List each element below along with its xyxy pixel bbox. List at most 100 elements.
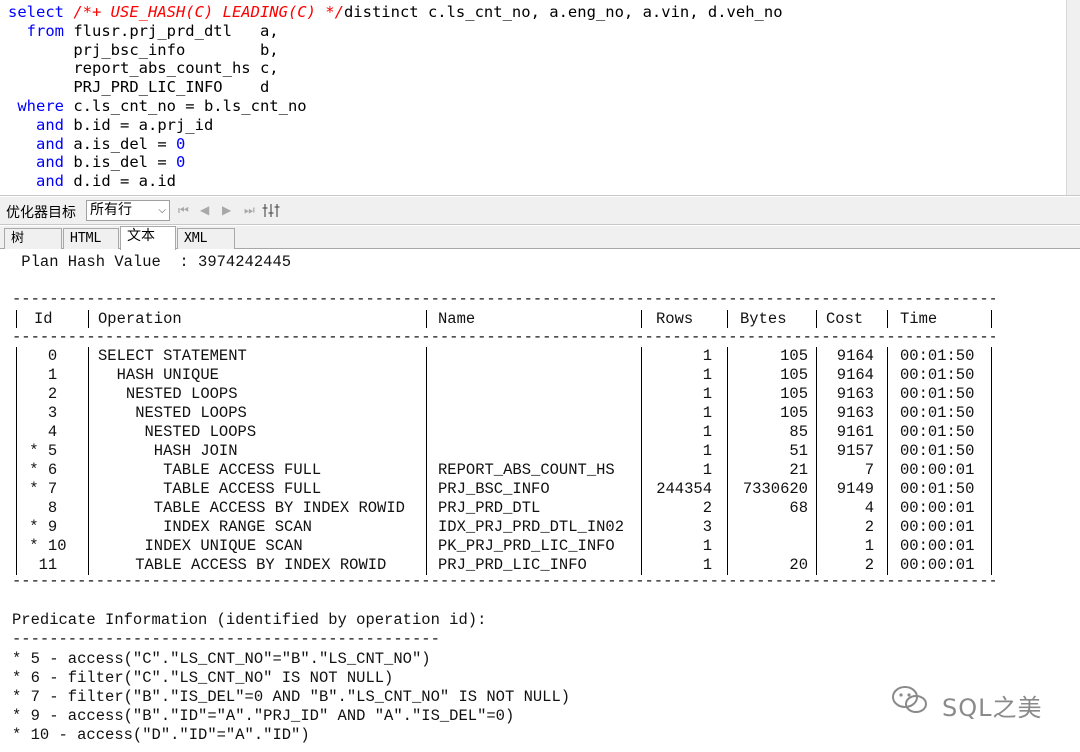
column-divider	[727, 499, 728, 518]
column-divider	[16, 442, 17, 461]
column-divider	[991, 461, 992, 480]
plan-cell-rows: 2	[702, 499, 712, 517]
plan-cell-id: 4	[20, 423, 58, 441]
optimizer-goal-label: 优化器目标	[6, 205, 76, 221]
column-header-operation: Operation	[98, 310, 182, 328]
plan-hash-value: Plan Hash Value : 3974242445	[12, 253, 292, 271]
sql-line: PRJ_PRD_LIC_INFO d	[8, 78, 269, 97]
tab-text[interactable]: 文本	[120, 226, 176, 250]
sql-line: prj_bsc_info b,	[8, 40, 279, 60]
column-divider	[16, 404, 17, 423]
plan-cell-op: NESTED LOOPS	[98, 423, 257, 441]
prev-icon[interactable]: ◀	[200, 202, 209, 218]
column-divider	[816, 499, 817, 518]
sql-hint-comment: /*+ USE_HASH(C) LEADING(C) */	[73, 3, 344, 21]
tab-tree[interactable]: 树	[4, 228, 62, 249]
plan-cell-id: 2	[20, 385, 58, 403]
last-icon[interactable]: ⏭	[244, 202, 255, 218]
column-header-time: Time	[900, 310, 938, 328]
plan-cell-time: 00:01:50	[900, 423, 975, 441]
sql-text: b.id = a.prj_id	[73, 115, 214, 134]
plan-separator-top: ----------------------------------------…	[12, 290, 995, 308]
column-divider	[727, 480, 728, 499]
editor-scrollbar[interactable]	[1066, 0, 1080, 195]
column-divider	[641, 537, 642, 556]
sliders-icon[interactable]	[262, 203, 280, 218]
column-divider	[88, 385, 89, 404]
column-divider	[426, 461, 427, 480]
sql-text: a.is_del =	[73, 134, 176, 153]
column-divider	[426, 499, 427, 518]
column-divider	[816, 423, 817, 442]
tab-xml-label: XML	[184, 231, 208, 246]
plan-cell-rows: 3	[702, 518, 712, 536]
column-divider	[641, 518, 642, 537]
plan-cell-time: 00:01:50	[900, 442, 975, 460]
plan-cell-rows: 1	[702, 404, 712, 422]
plan-cell-cost: 9164	[836, 366, 874, 384]
column-divider	[887, 347, 888, 366]
column-divider	[88, 518, 89, 537]
plan-cell-op: NESTED LOOPS	[98, 385, 238, 403]
plan-cell-name: REPORT_ABS_COUNT_HS	[438, 461, 615, 479]
plan-cell-cost: 7	[864, 461, 874, 479]
column-divider	[641, 499, 642, 518]
sql-keyword: from	[8, 21, 74, 40]
column-divider	[88, 423, 89, 442]
plan-cell-bytes: 105	[780, 347, 808, 365]
tab-html[interactable]: HTML	[63, 228, 119, 249]
column-divider	[887, 556, 888, 575]
column-divider	[727, 366, 728, 385]
column-divider	[991, 423, 992, 442]
column-divider	[887, 404, 888, 423]
column-divider	[816, 385, 817, 404]
column-header-name: Name	[438, 310, 476, 328]
column-divider	[816, 347, 817, 366]
sql-text: distinct c.ls_cnt_no, a.eng_no, a.vin, d…	[343, 3, 783, 21]
plan-cell-rows: 1	[702, 385, 712, 403]
first-icon[interactable]: ⏮	[178, 202, 189, 218]
column-divider	[727, 556, 728, 575]
column-divider	[991, 537, 992, 556]
column-divider	[991, 310, 992, 328]
plan-cell-op: INDEX UNIQUE SCAN	[98, 537, 303, 555]
column-divider	[641, 404, 642, 423]
sql-line: report_abs_count_hs c,	[8, 59, 278, 78]
column-divider	[887, 442, 888, 461]
column-divider	[88, 404, 89, 423]
plan-cell-op: HASH UNIQUE	[98, 366, 219, 384]
next-icon[interactable]: ▶	[222, 202, 231, 218]
plan-cell-name: PRJ_PRD_LIC_INFO	[438, 556, 587, 574]
sql-text: prj_bsc_info b,	[8, 40, 279, 59]
column-divider	[991, 480, 992, 499]
column-divider	[991, 499, 992, 518]
column-divider	[887, 518, 888, 537]
column-divider	[641, 423, 642, 442]
column-divider	[816, 442, 817, 461]
plan-cell-name	[438, 385, 634, 404]
column-divider	[816, 310, 817, 328]
sql-keyword: and	[8, 134, 74, 153]
column-divider	[991, 404, 992, 423]
column-header-cost: Cost	[826, 310, 864, 328]
column-divider	[991, 556, 992, 575]
tab-xml[interactable]: XML	[177, 228, 235, 249]
column-divider	[641, 556, 642, 575]
sql-line: where c.ls_cnt_no = b.ls_cnt_no	[8, 97, 306, 116]
optimizer-goal-select[interactable]: 所有行 ⌵	[86, 200, 170, 221]
plan-cell-op: INDEX RANGE SCAN	[98, 518, 312, 536]
column-divider	[727, 385, 728, 404]
predicate-line: * 5 - access("C"."LS_CNT_NO"="B"."LS_CNT…	[12, 650, 431, 668]
sql-text: d.id = a.id	[73, 172, 176, 191]
plan-cell-bytes: 105	[780, 385, 808, 403]
column-divider	[16, 518, 17, 537]
column-divider	[16, 499, 17, 518]
plan-cell-op: TABLE ACCESS BY INDEX ROWID	[98, 556, 387, 574]
column-divider	[887, 499, 888, 518]
sql-editor[interactable]: select /*+ USE_HASH(C) LEADING(C) */dist…	[0, 0, 1080, 196]
plan-cell-time: 00:00:01	[900, 537, 975, 555]
predicate-line: * 6 - filter("C"."LS_CNT_NO" IS NOT NULL…	[12, 669, 394, 687]
column-divider	[426, 556, 427, 575]
column-divider	[88, 310, 89, 328]
predicate-line: * 7 - filter("B"."IS_DEL"=0 AND "B"."LS_…	[12, 688, 571, 706]
